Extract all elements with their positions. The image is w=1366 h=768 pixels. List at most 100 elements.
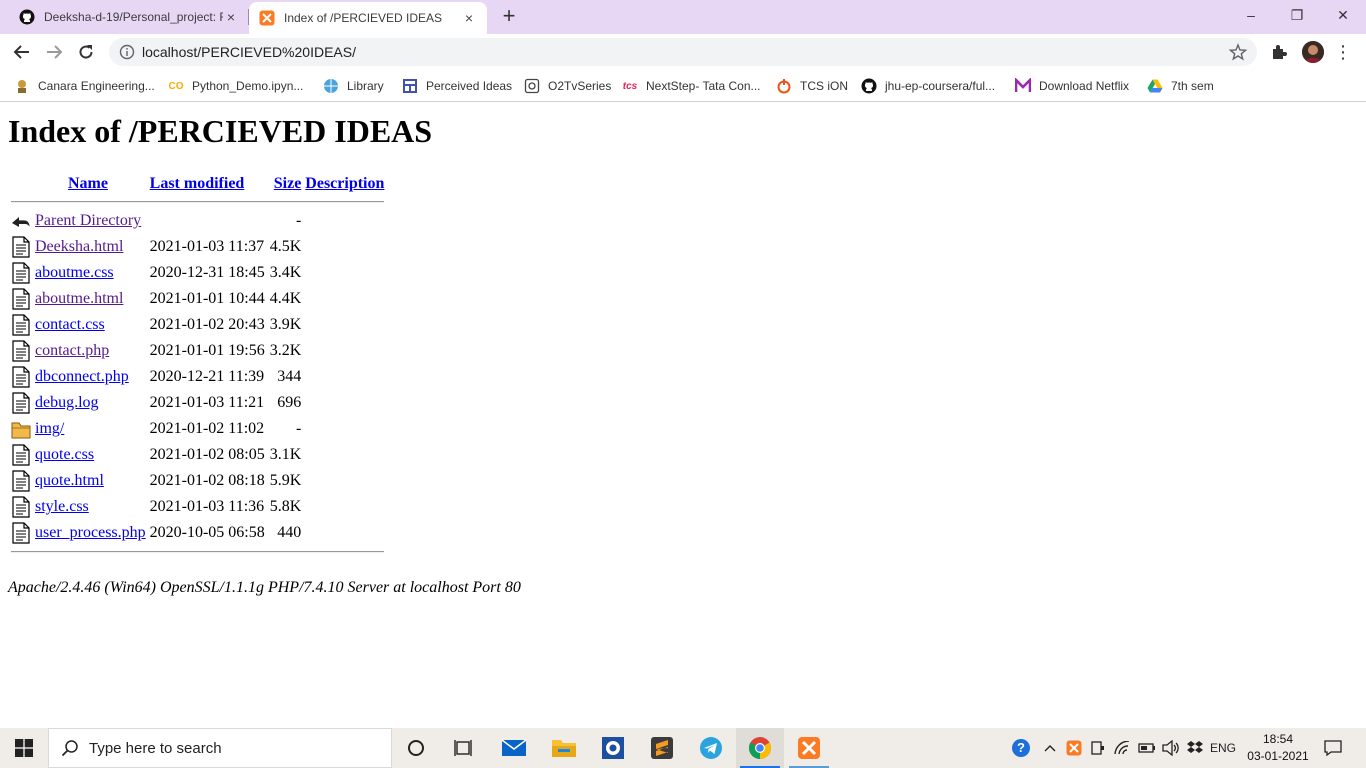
- start-button[interactable]: [0, 728, 48, 768]
- bookmark-jhu-ep-coursera[interactable]: jhu-ep-coursera/ful...: [861, 77, 995, 95]
- cortana-circle-icon: [408, 740, 424, 756]
- battery-tray-button[interactable]: [1136, 728, 1158, 768]
- size-cell: 5.8K: [269, 498, 302, 515]
- bookmark-star-icon[interactable]: [1229, 43, 1247, 61]
- bookmark-download-netflix[interactable]: Download Netflix: [1015, 77, 1129, 95]
- description-cell: [304, 469, 385, 493]
- file-link[interactable]: aboutme.html: [35, 290, 123, 307]
- size-cell: 440: [277, 524, 302, 541]
- notifications-button[interactable]: [1318, 728, 1348, 768]
- name-cell: aboutme.css: [34, 261, 147, 285]
- description-cell: [304, 495, 385, 519]
- name-cell: debug.log: [34, 391, 147, 415]
- taskbar-search-box[interactable]: Type here to search: [48, 728, 392, 768]
- sort-by-description-link[interactable]: Description: [305, 175, 384, 192]
- restore-button[interactable]: ❐: [1274, 0, 1320, 30]
- browser-toolbar: localhost/PERCIEVED%20IDEAS/: [0, 34, 1366, 70]
- forward-button[interactable]: [41, 39, 67, 65]
- tcs-icon: tcs: [622, 80, 638, 92]
- bookmark-7th-sem[interactable]: 7th sem: [1147, 77, 1214, 95]
- file-link[interactable]: user_process.php: [35, 524, 146, 541]
- sort-by-modified-link[interactable]: Last modified: [150, 175, 245, 192]
- bookmark-python-demo[interactable]: CO Python_Demo.ipyn...: [168, 77, 304, 95]
- folder-icon: [552, 740, 576, 757]
- url-text[interactable]: localhost/PERCIEVED%20IDEAS/: [142, 44, 356, 60]
- sort-by-size-link[interactable]: Size: [274, 175, 302, 192]
- size-cell: -: [295, 212, 302, 229]
- device-tray-button[interactable]: [1088, 728, 1108, 768]
- info-icon[interactable]: [119, 44, 135, 60]
- notification-icon: [1324, 740, 1342, 757]
- name-cell: quote.css: [34, 443, 147, 467]
- app-gear-icon: [602, 737, 624, 759]
- file-link[interactable]: Parent Directory: [35, 212, 141, 229]
- show-hidden-icons-button[interactable]: [1040, 728, 1060, 768]
- browser-menu-button[interactable]: ⋮: [1334, 42, 1352, 62]
- tab-close-icon[interactable]: ×: [223, 9, 239, 25]
- file-link[interactable]: dbconnect.php: [35, 368, 129, 385]
- minimize-button[interactable]: –: [1228, 0, 1274, 30]
- cortana-button[interactable]: [392, 728, 440, 768]
- file-explorer-button[interactable]: [540, 728, 588, 768]
- file-link[interactable]: contact.css: [35, 316, 105, 333]
- file-link[interactable]: quote.css: [35, 446, 94, 463]
- modified-header: Last modified: [149, 173, 266, 195]
- new-tab-button[interactable]: +: [499, 5, 519, 27]
- file-link[interactable]: debug.log: [35, 394, 99, 411]
- back-button[interactable]: [9, 39, 35, 65]
- help-tray-button[interactable]: ?: [1008, 728, 1034, 768]
- description-cell: [304, 443, 385, 467]
- language-indicator[interactable]: ENG: [1208, 728, 1238, 768]
- description-header: Description: [304, 173, 385, 195]
- globe-icon: [323, 78, 339, 94]
- sublime-text-button[interactable]: [638, 728, 686, 768]
- tab-close-icon[interactable]: ×: [461, 10, 477, 26]
- arrow-right-icon: [47, 45, 63, 59]
- directory-listing: Name Last modified Size Description Pare…: [8, 171, 387, 559]
- profile-avatar[interactable]: [1302, 41, 1324, 63]
- bookmark-tcs-ion[interactable]: TCS iON: [776, 77, 848, 95]
- xampp-button[interactable]: [785, 728, 833, 768]
- bookmark-library[interactable]: Library: [323, 77, 384, 95]
- dropbox-tray-button[interactable]: [1184, 728, 1206, 768]
- chrome-button[interactable]: [736, 728, 784, 768]
- extensions-puzzle-icon[interactable]: [1270, 43, 1288, 61]
- bookmark-nextstep-tata[interactable]: tcs NextStep- Tata Con...: [622, 77, 761, 95]
- text-file-icon: [10, 495, 32, 519]
- speaker-icon: [1162, 740, 1179, 756]
- file-link[interactable]: Deeksha.html: [35, 238, 123, 255]
- sublime-text-icon: [651, 737, 673, 759]
- bookmark-label: O2TvSeries: [548, 79, 612, 93]
- sort-by-name-link[interactable]: Name: [68, 175, 108, 192]
- name-header: Name: [34, 173, 147, 195]
- reload-button[interactable]: [73, 39, 99, 65]
- file-link[interactable]: style.css: [35, 498, 89, 515]
- file-link[interactable]: aboutme.css: [35, 264, 114, 281]
- bookmark-canara-engineering[interactable]: Canara Engineering...: [14, 77, 155, 95]
- wifi-tray-button[interactable]: [1112, 728, 1134, 768]
- tab-index-of-percieved-ideas[interactable]: Index of /PERCIEVED IDEAS ×: [249, 2, 487, 34]
- xampp-icon: [259, 10, 275, 26]
- divider-row: [10, 197, 385, 207]
- file-link[interactable]: contact.php: [35, 342, 109, 359]
- table-row: img/2021-01-02 11:02 -: [10, 417, 385, 441]
- bookmark-o2tvseries[interactable]: O2TvSeries: [524, 77, 611, 95]
- address-bar[interactable]: localhost/PERCIEVED%20IDEAS/: [109, 38, 1257, 66]
- size-cell: 3.9K: [269, 316, 302, 333]
- xampp-tray-button[interactable]: [1064, 728, 1084, 768]
- close-window-button[interactable]: ✕: [1320, 0, 1366, 30]
- tcs-ion-icon: [776, 78, 792, 94]
- description-cell: [304, 209, 385, 233]
- file-link[interactable]: quote.html: [35, 472, 104, 489]
- search-icon: [61, 740, 78, 757]
- task-view-button[interactable]: [440, 728, 488, 768]
- file-link[interactable]: img/: [35, 420, 64, 437]
- bookmark-perceived-ideas[interactable]: Perceived Ideas: [402, 77, 512, 95]
- mail-app-button[interactable]: [490, 728, 538, 768]
- control-panel-button[interactable]: [589, 728, 637, 768]
- telegram-button[interactable]: [687, 728, 735, 768]
- tab-github-project[interactable]: Deeksha-d-19/Personal_project: F ×: [0, 0, 249, 34]
- volume-tray-button[interactable]: [1160, 728, 1182, 768]
- name-cell: contact.php: [34, 339, 147, 363]
- system-clock[interactable]: 18:54 03-01-2021: [1240, 731, 1316, 765]
